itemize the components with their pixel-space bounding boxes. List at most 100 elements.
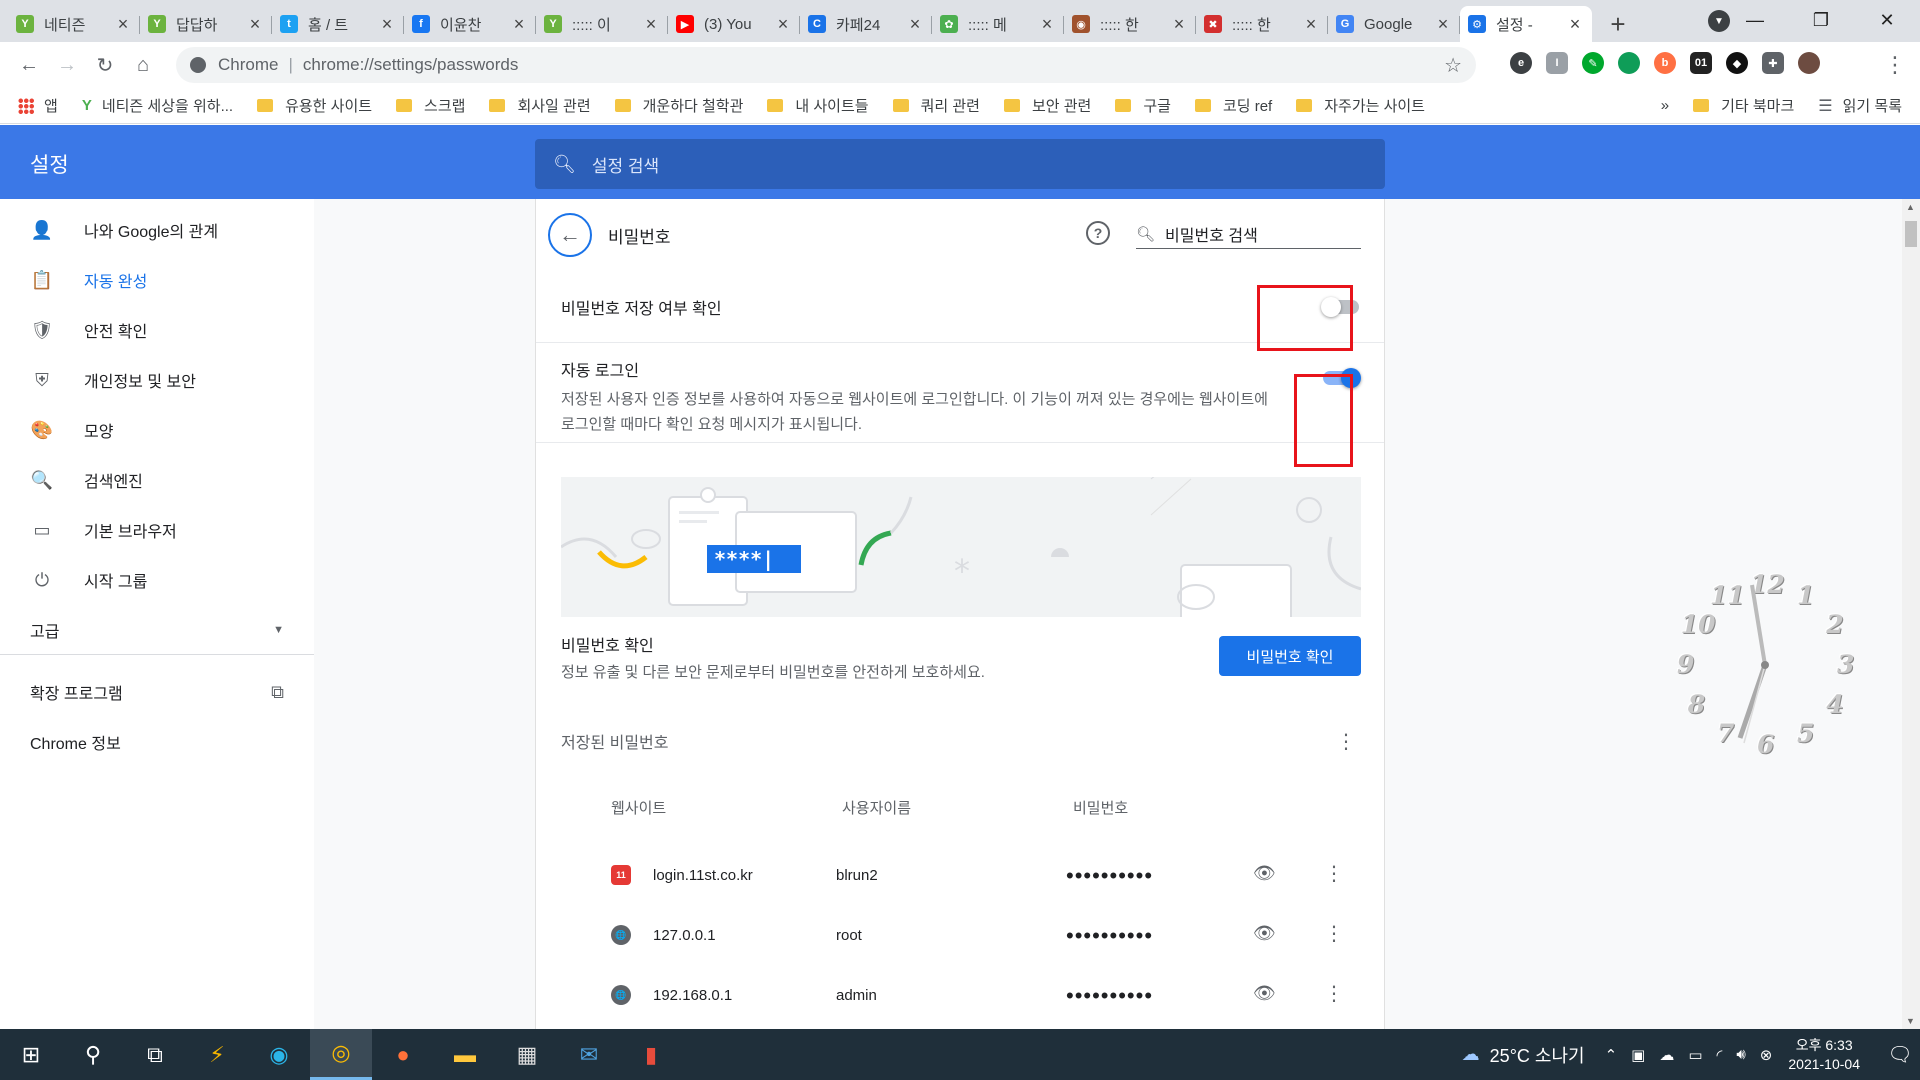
chrome-icon[interactable]: ◎ — [310, 1029, 372, 1080]
bookmark-folder[interactable]: 자주가는 사이트 — [1296, 95, 1425, 116]
bookmark-folder[interactable]: 코딩 ref — [1194, 95, 1272, 116]
close-circle-icon[interactable]: ⊗ — [1760, 1046, 1773, 1064]
tab-close-icon[interactable]: × — [378, 14, 396, 35]
tab-0[interactable]: Y 네티즌 × — [8, 6, 140, 42]
show-password-icon[interactable]: 👁︎ — [1253, 923, 1276, 944]
tab-3[interactable]: f 이윤찬 × — [404, 6, 536, 42]
restore-icon[interactable]: ❐ — [1788, 10, 1854, 31]
notification-icon[interactable]: 🗨︎ — [1880, 1042, 1920, 1067]
puzzle-icon[interactable]: ✚ — [1762, 52, 1784, 74]
bookmark-netizen[interactable]: Y 네티즌 세상을 위하... — [82, 95, 233, 116]
tab-close-icon[interactable]: × — [774, 14, 792, 35]
tab-close-icon[interactable]: × — [642, 14, 660, 35]
tab-6[interactable]: C 카페24 × — [800, 6, 932, 42]
file-explorer-icon[interactable]: ▬ — [434, 1029, 496, 1080]
bookmark-folder[interactable]: 개운하다 철학관 — [614, 95, 743, 116]
tab-close-icon[interactable]: × — [1038, 14, 1056, 35]
close-window-icon[interactable]: ✕ — [1854, 10, 1920, 31]
bookmark-folder[interactable]: 회사일 관련 — [489, 95, 591, 116]
tab-10[interactable]: G Google × — [1328, 6, 1460, 42]
home-icon[interactable]: ⌂ — [126, 48, 160, 82]
extension-diamond-icon[interactable]: ◆ — [1726, 52, 1748, 74]
tab-close-icon[interactable]: × — [510, 14, 528, 35]
scroll-down-icon[interactable]: ▼ — [1906, 1016, 1915, 1026]
bookmark-folder[interactable]: 내 사이트들 — [767, 95, 869, 116]
bookmark-folder[interactable]: 보안 관련 — [1003, 95, 1091, 116]
show-password-icon[interactable]: 👁︎ — [1253, 863, 1276, 884]
bookmark-folder[interactable]: 스크랩 — [396, 95, 465, 116]
task-view-icon[interactable]: ⧉ — [124, 1029, 186, 1080]
volume-icon[interactable]: 🔊︎ — [1736, 1046, 1745, 1064]
minimize-icon[interactable]: — — [1722, 10, 1788, 31]
tab-close-icon[interactable]: × — [1302, 14, 1320, 35]
sidebar-item-1[interactable]: 📋 자동 완성 — [0, 255, 314, 305]
sidebar-item-7[interactable]: ⏻ 시작 그룹 — [0, 555, 314, 605]
bookmark-other[interactable]: 기타 북마크 — [1693, 95, 1794, 116]
extension-b-icon[interactable]: b — [1654, 52, 1676, 74]
tab-close-icon[interactable]: × — [246, 14, 264, 35]
bookmark-apps[interactable]: 앱 — [18, 95, 58, 116]
scroll-thumb[interactable] — [1905, 221, 1917, 247]
sidebar-item-4[interactable]: 🎨 모양 — [0, 405, 314, 455]
back-arrow-icon[interactable]: ← — [12, 48, 46, 82]
tab-close-icon[interactable]: × — [906, 14, 924, 35]
sidebar-advanced[interactable]: 고급 ▼ — [0, 605, 314, 655]
back-button[interactable]: ← — [548, 213, 592, 257]
bookmark-star-icon[interactable]: ☆ — [1444, 53, 1462, 78]
tab-2[interactable]: t 홈 / 트 × — [272, 6, 404, 42]
tab-8[interactable]: ◉::::: 한 × — [1064, 6, 1196, 42]
sidebar-item-3[interactable]: ⛨ 개인정보 및 보안 — [0, 355, 314, 405]
bookmark-folder[interactable]: 구글 — [1115, 95, 1171, 116]
search-icon[interactable]: ⚲ — [62, 1029, 124, 1080]
extension-green-icon[interactable] — [1618, 52, 1640, 74]
extension-binary-icon[interactable]: 01 — [1690, 52, 1712, 74]
settings-search-input[interactable]: 🔍︎ 설정 검색 — [535, 139, 1385, 189]
sidebar-about[interactable]: Chrome 정보 — [0, 717, 314, 767]
meet-icon[interactable]: ▣ — [1631, 1046, 1645, 1064]
forward-arrow-icon[interactable]: → — [50, 48, 84, 82]
windows-start-icon[interactable]: ⊞ — [0, 1029, 62, 1080]
sidebar-item-6[interactable]: ▭ 기본 브라우저 — [0, 505, 314, 555]
new-tab-button[interactable]: + — [1600, 6, 1636, 42]
more-actions-icon[interactable]: ⋮ — [1324, 921, 1344, 946]
tab-close-icon[interactable]: × — [1170, 14, 1188, 35]
tab-close-icon[interactable]: × — [114, 14, 132, 35]
sidebar-item-0[interactable]: 👤 나와 Google의 관계 — [0, 205, 314, 255]
bookmarks-overflow-icon[interactable]: » — [1661, 97, 1669, 114]
reload-icon[interactable]: ↻ — [88, 48, 122, 82]
taskbar-clock[interactable]: 오후 6:33 2021-10-04 — [1788, 1036, 1860, 1074]
password-search-input[interactable]: 🔍︎ 비밀번호 검색 — [1136, 219, 1361, 249]
profile-avatar[interactable] — [1798, 52, 1820, 74]
extension-e-icon[interactable]: e — [1510, 52, 1532, 74]
reading-list[interactable]: ☰ 읽기 목록 — [1818, 95, 1902, 116]
more-actions-icon[interactable]: ⋮ — [1324, 861, 1344, 886]
tab-5[interactable]: ▶ (3) You × — [668, 6, 800, 42]
sidebar-item-2[interactable]: 🛡 안전 확인 — [0, 305, 314, 355]
help-icon[interactable]: ? — [1086, 221, 1110, 245]
office-icon[interactable]: ▮ — [620, 1029, 682, 1080]
tab-9[interactable]: ✖::::: 한 × — [1196, 6, 1328, 42]
bookmark-folder[interactable]: 유용한 사이트 — [257, 95, 372, 116]
tab-7[interactable]: ✿::::: 메 × — [932, 6, 1064, 42]
sidebar-item-5[interactable]: 🔍 검색엔진 — [0, 455, 314, 505]
chevron-up-icon[interactable]: ⌃ — [1605, 1046, 1618, 1064]
scroll-up-icon[interactable]: ▲ — [1906, 202, 1915, 212]
weather-widget[interactable]: ☁ 25°C 소나기 — [1462, 1042, 1585, 1068]
wifi-icon[interactable]: ◜ — [1717, 1046, 1723, 1064]
more-actions-icon[interactable]: ⋮ — [1324, 981, 1344, 1006]
page-scrollbar[interactable]: ▲ ▼ — [1902, 199, 1920, 1029]
store-icon[interactable]: ▦ — [496, 1029, 558, 1080]
more-options-icon[interactable]: ⋮ — [1336, 729, 1356, 754]
battery-icon[interactable]: ▭ — [1688, 1046, 1702, 1064]
edge-icon[interactable]: ◉ — [248, 1029, 310, 1080]
show-password-icon[interactable]: 👁︎ — [1253, 983, 1276, 1004]
tab-11[interactable]: ⚙ 설정 - × — [1460, 6, 1592, 42]
chrome-menu-icon[interactable]: ⋮ — [1884, 52, 1906, 78]
tab-4[interactable]: Y::::: 이 × — [536, 6, 668, 42]
tab-close-icon[interactable]: × — [1566, 14, 1584, 35]
onedrive-icon[interactable]: ☁ — [1659, 1046, 1674, 1064]
address-bar[interactable]: Chrome | chrome://settings/passwords ☆ — [176, 47, 1476, 83]
mail-icon[interactable]: ✉ — [558, 1029, 620, 1080]
firefox-icon[interactable]: ● — [372, 1029, 434, 1080]
sidebar-extensions[interactable]: 확장 프로그램 ⧉ — [0, 667, 314, 717]
